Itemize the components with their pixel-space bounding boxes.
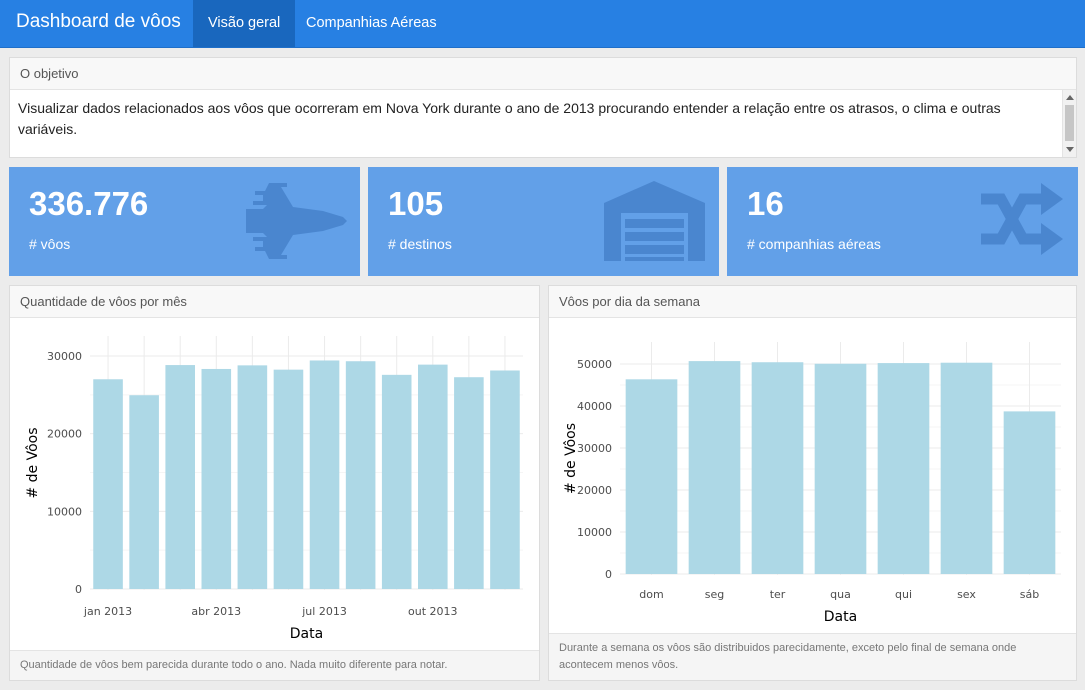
weekday-bar-sex bbox=[940, 362, 993, 574]
monthly-bar-out bbox=[417, 364, 448, 589]
flights-label: # vôos bbox=[29, 236, 71, 252]
monthly-bar-fev bbox=[129, 395, 159, 589]
weekday-y-tick-label: 50000 bbox=[577, 358, 612, 371]
weekday-bar-ter bbox=[751, 362, 804, 574]
monthly-y-tick-label: 0 bbox=[75, 583, 82, 596]
weekday-y-tick-label: 40000 bbox=[577, 400, 612, 413]
weekday-y-axis-title: # de Vôos bbox=[563, 423, 579, 494]
weekday-flights-title: Vôos por dia da semana bbox=[549, 286, 1076, 318]
tab-companhias-aereas[interactable]: Companhias Aéreas bbox=[291, 0, 452, 47]
monthly-flights-title: Quantidade de vôos por mês bbox=[10, 286, 539, 318]
plane-icon bbox=[246, 183, 347, 259]
weekday-x-axis-title: Data bbox=[824, 609, 857, 625]
navbar: Dashboard de vôos Visão geral Companhias… bbox=[0, 0, 1085, 48]
monthly-x-tick-label: out 2013 bbox=[408, 605, 458, 618]
monthly-x-tick-label: jan 2013 bbox=[83, 605, 132, 618]
weekday-x-tick-label: ter bbox=[770, 588, 786, 601]
weekday-x-tick-label: sáb bbox=[1020, 588, 1039, 601]
weekday-bar-qui bbox=[877, 363, 930, 574]
scroll-down-arrow-icon[interactable] bbox=[1066, 147, 1074, 152]
weekday-flights-note: Durante a semana os vôos são distribuido… bbox=[549, 633, 1076, 680]
weekday-y-tick-label: 30000 bbox=[577, 442, 612, 455]
destinations-label: # destinos bbox=[388, 236, 452, 252]
weekday-bar-qua bbox=[814, 363, 867, 574]
random-icon bbox=[981, 183, 1063, 255]
value-box-airlines: 16 # companhias aéreas bbox=[727, 167, 1078, 276]
scroll-thumb[interactable] bbox=[1065, 105, 1074, 141]
warehouse-icon bbox=[604, 181, 705, 261]
monthly-bar-jan bbox=[93, 379, 123, 589]
weekday-flights-chart: 0 10000 20000 30000 40000 50000 dom seg ter qua qu… bbox=[563, 342, 1061, 625]
monthly-flights-note: Quantidade de vôos bem parecida durante … bbox=[10, 650, 539, 680]
weekday-x-tick-label: dom bbox=[639, 588, 663, 601]
flights-count: 336.776 bbox=[29, 185, 149, 222]
weekday-y-tick-label: 10000 bbox=[577, 526, 612, 539]
objective-text: Visualizar dados relacionados aos vôos q… bbox=[18, 100, 1001, 137]
monthly-bar-jul bbox=[309, 360, 340, 589]
weekday-bar-dom bbox=[625, 379, 678, 574]
monthly-bar-mai bbox=[237, 365, 268, 589]
monthly-bar-mar bbox=[165, 365, 196, 589]
monthly-flights-card: Quantidade de vôos por mês 0 10000 20000 30… bbox=[9, 285, 540, 681]
monthly-x-tick-label: jul 2013 bbox=[301, 605, 347, 618]
weekday-y-tick-label: 0 bbox=[605, 568, 612, 581]
monthly-bar-set bbox=[381, 374, 412, 589]
monthly-x-axis-title: Data bbox=[290, 626, 323, 642]
weekday-x-tick-label: seg bbox=[705, 588, 724, 601]
tab-visao-geral[interactable]: Visão geral bbox=[193, 0, 296, 47]
airlines-label: # companhias aéreas bbox=[747, 236, 881, 252]
weekday-x-tick-label: qua bbox=[830, 588, 851, 601]
objective-scrollbar[interactable] bbox=[1062, 90, 1076, 157]
weekday-bar-sáb bbox=[1003, 411, 1056, 574]
destinations-count: 105 bbox=[388, 185, 444, 222]
monthly-y-tick-label: 20000 bbox=[47, 428, 82, 441]
monthly-bar-dez bbox=[490, 370, 520, 589]
app-title[interactable]: Dashboard de vôos bbox=[16, 11, 181, 33]
monthly-x-tick-label: abr 2013 bbox=[191, 605, 241, 618]
monthly-y-tick-label: 10000 bbox=[47, 505, 82, 518]
monthly-y-tick-label: 30000 bbox=[47, 350, 82, 363]
weekday-x-tick-label: sex bbox=[957, 588, 976, 601]
weekday-x-tick-label: qui bbox=[895, 588, 912, 601]
weekday-flights-card: Vôos por dia da semana 0 10000 20000 30000 4… bbox=[548, 285, 1077, 681]
value-box-destinations: 105 # destinos bbox=[368, 167, 719, 276]
weekday-bar-seg bbox=[688, 361, 741, 574]
objective-title: O objetivo bbox=[10, 58, 1076, 90]
airlines-count: 16 bbox=[747, 185, 784, 222]
objective-card: O objetivo Visualizar dados relacionados… bbox=[9, 57, 1077, 158]
monthly-bar-abr bbox=[201, 368, 232, 589]
monthly-bar-jun bbox=[273, 369, 304, 589]
monthly-bar-ago bbox=[345, 361, 376, 589]
monthly-y-axis-title: # de Vôos bbox=[25, 427, 41, 498]
scroll-up-arrow-icon[interactable] bbox=[1066, 95, 1074, 100]
monthly-flights-chart: 0 10000 20000 30000 jan 2013 abr 2013 jul 2013… bbox=[25, 336, 523, 642]
objective-body: Visualizar dados relacionados aos vôos q… bbox=[10, 90, 1076, 157]
value-box-flights: 336.776 # vôos bbox=[9, 167, 360, 276]
monthly-bar-nov bbox=[454, 377, 484, 589]
weekday-y-tick-label: 20000 bbox=[577, 484, 612, 497]
